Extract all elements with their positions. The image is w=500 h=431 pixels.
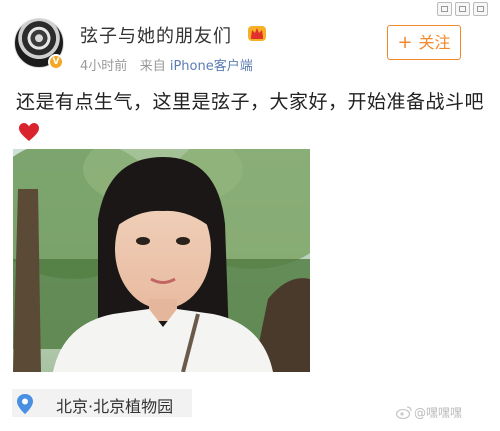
follow-button[interactable]: + 关注: [387, 25, 461, 60]
location-pin-icon: [17, 394, 33, 414]
post-photo[interactable]: [13, 149, 310, 372]
weibo-logo-icon: [396, 406, 412, 419]
username[interactable]: 弦子与她的朋友们: [80, 22, 232, 48]
window-control-2[interactable]: [455, 2, 470, 16]
location-label[interactable]: 北京·北京植物园: [56, 393, 173, 417]
post-content: 还是有点生气，这里是弦子，大家好，开始准备战斗吧: [16, 88, 486, 146]
source-link[interactable]: iPhone客户端: [170, 59, 253, 74]
window-control-3[interactable]: [473, 2, 488, 16]
post-meta: 4小时前 来自 iPhone客户端: [80, 55, 253, 74]
follow-label: 关注: [418, 33, 451, 52]
source-prefix: 来自: [139, 59, 166, 74]
heart-icon: [19, 122, 39, 141]
crown-icon: [248, 26, 266, 41]
post-text: 还是有点生气，这里是弦子，大家好，开始准备战斗吧: [16, 91, 485, 113]
watermark: @嘿嘿嘿: [414, 406, 463, 420]
post-time: 4小时前: [80, 59, 128, 74]
window-control-1[interactable]: [437, 2, 452, 16]
verified-badge-icon: V: [48, 54, 64, 70]
plus-icon: +: [397, 32, 413, 53]
